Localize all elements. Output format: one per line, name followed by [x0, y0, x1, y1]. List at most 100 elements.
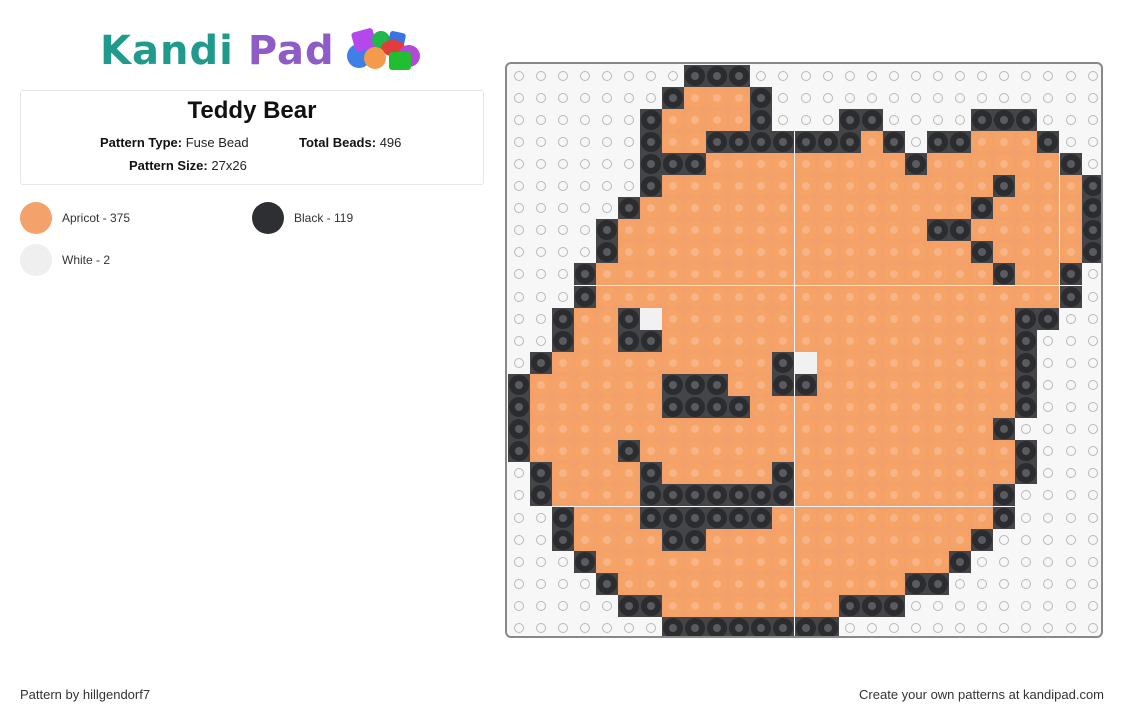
empty-peg [508, 175, 530, 197]
peg-icon [535, 534, 546, 545]
bead-icon [573, 263, 596, 286]
bead-apricot [1059, 219, 1082, 242]
bead-icon [794, 594, 817, 617]
bead-icon [662, 462, 685, 485]
bead-apricot [595, 263, 618, 286]
empty-peg [574, 65, 596, 87]
empty-peg [618, 175, 640, 197]
bead-icon [904, 219, 927, 242]
bead-apricot [617, 528, 640, 551]
empty-peg [552, 87, 574, 109]
bead-black [662, 617, 685, 636]
bead-icon [1015, 197, 1038, 220]
bead-black [639, 506, 662, 529]
bead-apricot [927, 241, 950, 264]
bead-apricot [772, 572, 795, 595]
bead-icon [551, 462, 574, 485]
bead-icon [750, 86, 773, 109]
empty-peg [772, 65, 794, 87]
empty-peg [508, 87, 530, 109]
kandipad-promo-link[interactable]: Create your own patterns at kandipad.com [859, 687, 1104, 702]
bead-apricot [882, 197, 905, 220]
bead-apricot [617, 506, 640, 529]
bead-icon [639, 329, 662, 352]
bead-apricot [993, 241, 1016, 264]
bead-apricot [595, 440, 618, 463]
bead-icon [794, 175, 817, 197]
bead-black [706, 617, 729, 636]
bead-icon [1081, 219, 1101, 242]
bead-icon [662, 506, 685, 529]
empty-peg [596, 595, 618, 617]
bead-icon [816, 285, 839, 308]
bead-black [684, 396, 707, 418]
empty-peg [1060, 573, 1082, 595]
bead-apricot [529, 373, 552, 396]
bead-black [551, 307, 574, 330]
empty-peg [640, 617, 662, 636]
bead-apricot [838, 329, 861, 352]
bead-icon [750, 550, 773, 573]
empty-peg [530, 595, 552, 617]
bead-black [772, 484, 795, 507]
pattern-info-card: Teddy Bear Pattern Type: Fuse Bead Total… [20, 90, 484, 185]
bead-icon [860, 108, 883, 131]
peg-icon [535, 269, 546, 280]
kandipad-logo[interactable]: Kandi Pad [100, 26, 421, 76]
bead-icon [573, 351, 596, 374]
empty-peg [993, 551, 1015, 573]
bead-black [1037, 307, 1060, 330]
bead-apricot [728, 528, 751, 551]
bead-apricot [728, 550, 751, 573]
bead-icon [816, 462, 839, 485]
bead-apricot [860, 197, 883, 220]
empty-peg [905, 595, 927, 617]
peg-icon [910, 70, 921, 81]
bead-black [684, 64, 707, 87]
peg-icon [1087, 578, 1098, 589]
peg-icon [513, 512, 524, 523]
bead-icon [904, 572, 927, 595]
peg-icon [557, 623, 568, 633]
bead-icon [728, 108, 751, 131]
empty-peg [905, 617, 927, 636]
bead-black [971, 241, 994, 264]
bead-icon [728, 219, 751, 242]
bead-black [706, 484, 729, 507]
color-swatch-apricot [20, 202, 52, 234]
bead-black [794, 373, 817, 396]
peg-icon [1065, 313, 1076, 324]
bead-icon [617, 572, 640, 595]
bead-apricot [927, 484, 950, 507]
bead-icon [639, 440, 662, 463]
bead-icon [573, 307, 596, 330]
bead-apricot [993, 329, 1016, 352]
bead-apricot [882, 329, 905, 352]
bead-apricot [971, 373, 994, 396]
bead-black [573, 285, 596, 308]
bead-apricot [750, 373, 773, 396]
bead-apricot [860, 285, 883, 308]
bead-apricot [639, 440, 662, 463]
bead-apricot [794, 219, 817, 242]
bead-apricot [927, 175, 950, 197]
peg-icon [1087, 379, 1098, 390]
bead-icon [728, 528, 751, 551]
empty-peg [971, 617, 993, 636]
peg-icon [1043, 490, 1054, 501]
bead-apricot [595, 484, 618, 507]
bead-icon [993, 241, 1016, 264]
bead-icon [794, 152, 817, 175]
empty-peg [905, 131, 927, 153]
bead-apricot [927, 152, 950, 175]
bead-icon [971, 130, 994, 153]
bead-icon [507, 373, 530, 396]
bead-icon [728, 440, 751, 463]
bead-icon [728, 396, 751, 418]
peg-icon [888, 70, 899, 81]
bead-icon [1037, 152, 1060, 175]
bead-icon [551, 440, 574, 463]
bead-apricot [617, 462, 640, 485]
bead-icon [949, 285, 972, 308]
bead-icon [1015, 329, 1038, 352]
